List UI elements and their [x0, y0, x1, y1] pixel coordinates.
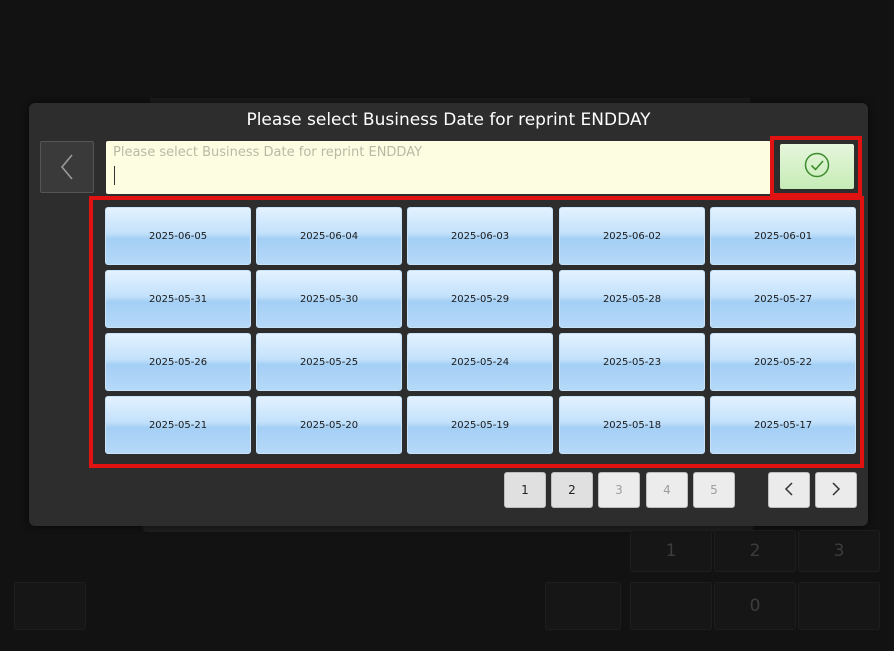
date-button[interactable]: 2025-05-26 [105, 333, 251, 391]
background-key-1: 1 [630, 530, 712, 572]
background-delete-key [630, 582, 712, 630]
page-button-5[interactable]: 5 [693, 472, 735, 508]
date-button[interactable]: 2025-05-21 [105, 396, 251, 454]
date-button[interactable]: 2025-05-27 [710, 270, 856, 328]
dialog-title: Please select Business Date for reprint … [246, 110, 651, 130]
chevron-left-icon [784, 481, 794, 500]
date-button[interactable]: 2025-06-05 [105, 207, 251, 265]
page-button-3[interactable]: 3 [598, 472, 640, 508]
background-exit-key [14, 582, 86, 630]
business-date-dialog: Please select Business Date for reprint … [29, 103, 868, 526]
date-button[interactable]: 2025-05-22 [710, 333, 856, 391]
date-button[interactable]: 2025-05-20 [256, 396, 402, 454]
date-button[interactable]: 2025-06-01 [710, 207, 856, 265]
business-date-input-box[interactable] [106, 141, 771, 194]
confirm-button[interactable] [780, 144, 854, 189]
page-button-2[interactable]: 2 [551, 472, 593, 508]
check-circle-icon [803, 151, 831, 183]
date-button[interactable]: 2025-05-18 [559, 396, 705, 454]
chevron-left-icon [59, 153, 75, 181]
previous-page-button[interactable] [768, 472, 810, 508]
date-button[interactable]: 2025-05-29 [407, 270, 553, 328]
page-button-4[interactable]: 4 [646, 472, 688, 508]
next-page-button[interactable] [815, 472, 857, 508]
date-button[interactable]: 2025-05-24 [407, 333, 553, 391]
background-ok-key [798, 582, 880, 630]
business-date-input[interactable] [106, 141, 771, 163]
date-button[interactable]: 2025-06-02 [559, 207, 705, 265]
date-button[interactable]: 2025-05-30 [256, 270, 402, 328]
date-button[interactable]: 2025-06-03 [407, 207, 553, 265]
date-button[interactable]: 2025-05-19 [407, 396, 553, 454]
date-button[interactable]: 2025-05-25 [256, 333, 402, 391]
text-caret [114, 166, 115, 185]
background-key-3: 3 [798, 530, 880, 572]
background-menu-key [545, 582, 621, 630]
chevron-right-icon [831, 481, 841, 500]
date-button[interactable]: 2025-05-28 [559, 270, 705, 328]
background-key-2: 2 [714, 530, 796, 572]
date-button[interactable]: 2025-05-31 [105, 270, 251, 328]
date-button[interactable]: 2025-05-17 [710, 396, 856, 454]
background-key-0: 0 [714, 582, 796, 630]
back-button[interactable] [40, 141, 94, 193]
page-button-1[interactable]: 1 [504, 472, 546, 508]
date-button[interactable]: 2025-06-04 [256, 207, 402, 265]
confirm-highlight-frame [770, 136, 862, 197]
date-button[interactable]: 2025-05-23 [559, 333, 705, 391]
